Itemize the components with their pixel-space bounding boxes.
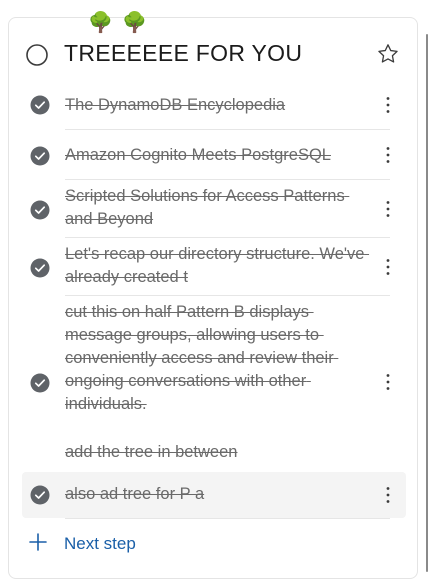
check-circle-icon[interactable] — [30, 485, 50, 505]
check-circle-icon[interactable] — [30, 373, 50, 393]
task-title[interactable]: TREEEEEE FOR YOU — [64, 38, 302, 68]
step-divider — [65, 518, 390, 519]
tree-emoji-right: 🌳 — [122, 12, 147, 34]
step-label[interactable]: The DynamoDB Encyclopedia — [65, 94, 370, 117]
check-circle-icon[interactable] — [30, 258, 50, 278]
tree-emoji-left: 🌳 — [88, 12, 113, 34]
step-item[interactable]: also ad tree for P a — [22, 472, 406, 519]
step-label[interactable]: cut this on half Pattern B displays mess… — [65, 301, 370, 416]
scrollbar-thumb[interactable] — [426, 34, 428, 572]
step-label[interactable]: also ad tree for P a — [65, 483, 370, 506]
more-vertical-icon[interactable] — [378, 95, 398, 115]
star-icon[interactable] — [376, 42, 400, 66]
step-item[interactable]: Amazon Cognito Meets PostgreSQL — [22, 130, 406, 180]
check-circle-icon[interactable] — [30, 95, 50, 115]
check-circle-icon[interactable] — [30, 146, 50, 166]
add-step-label[interactable]: Next step — [64, 532, 136, 556]
more-vertical-icon[interactable] — [378, 257, 398, 277]
step-label[interactable]: Let's recap our directory structure. We'… — [65, 243, 370, 289]
step-item[interactable]: cut this on half Pattern B displays mess… — [22, 296, 406, 468]
more-vertical-icon[interactable] — [378, 199, 398, 219]
scrollbar[interactable] — [424, 34, 430, 572]
step-label[interactable]: Amazon Cognito Meets PostgreSQL — [65, 144, 370, 167]
more-vertical-icon[interactable] — [378, 372, 398, 392]
step-item[interactable]: The DynamoDB Encyclopedia — [22, 86, 406, 130]
add-step-button[interactable]: Next step — [26, 530, 226, 558]
plus-icon[interactable] — [28, 532, 48, 552]
step-item[interactable]: Scripted Solutions for Access Patterns a… — [22, 180, 406, 238]
complete-task-circle-icon[interactable] — [26, 44, 48, 66]
more-vertical-icon[interactable] — [378, 485, 398, 505]
step-label[interactable]: Scripted Solutions for Access Patterns a… — [65, 185, 370, 231]
step-label-extra[interactable]: add the tree in between — [65, 441, 370, 464]
check-circle-icon[interactable] — [30, 200, 50, 220]
step-item[interactable]: Let's recap our directory structure. We'… — [22, 238, 406, 296]
more-vertical-icon[interactable] — [378, 145, 398, 165]
